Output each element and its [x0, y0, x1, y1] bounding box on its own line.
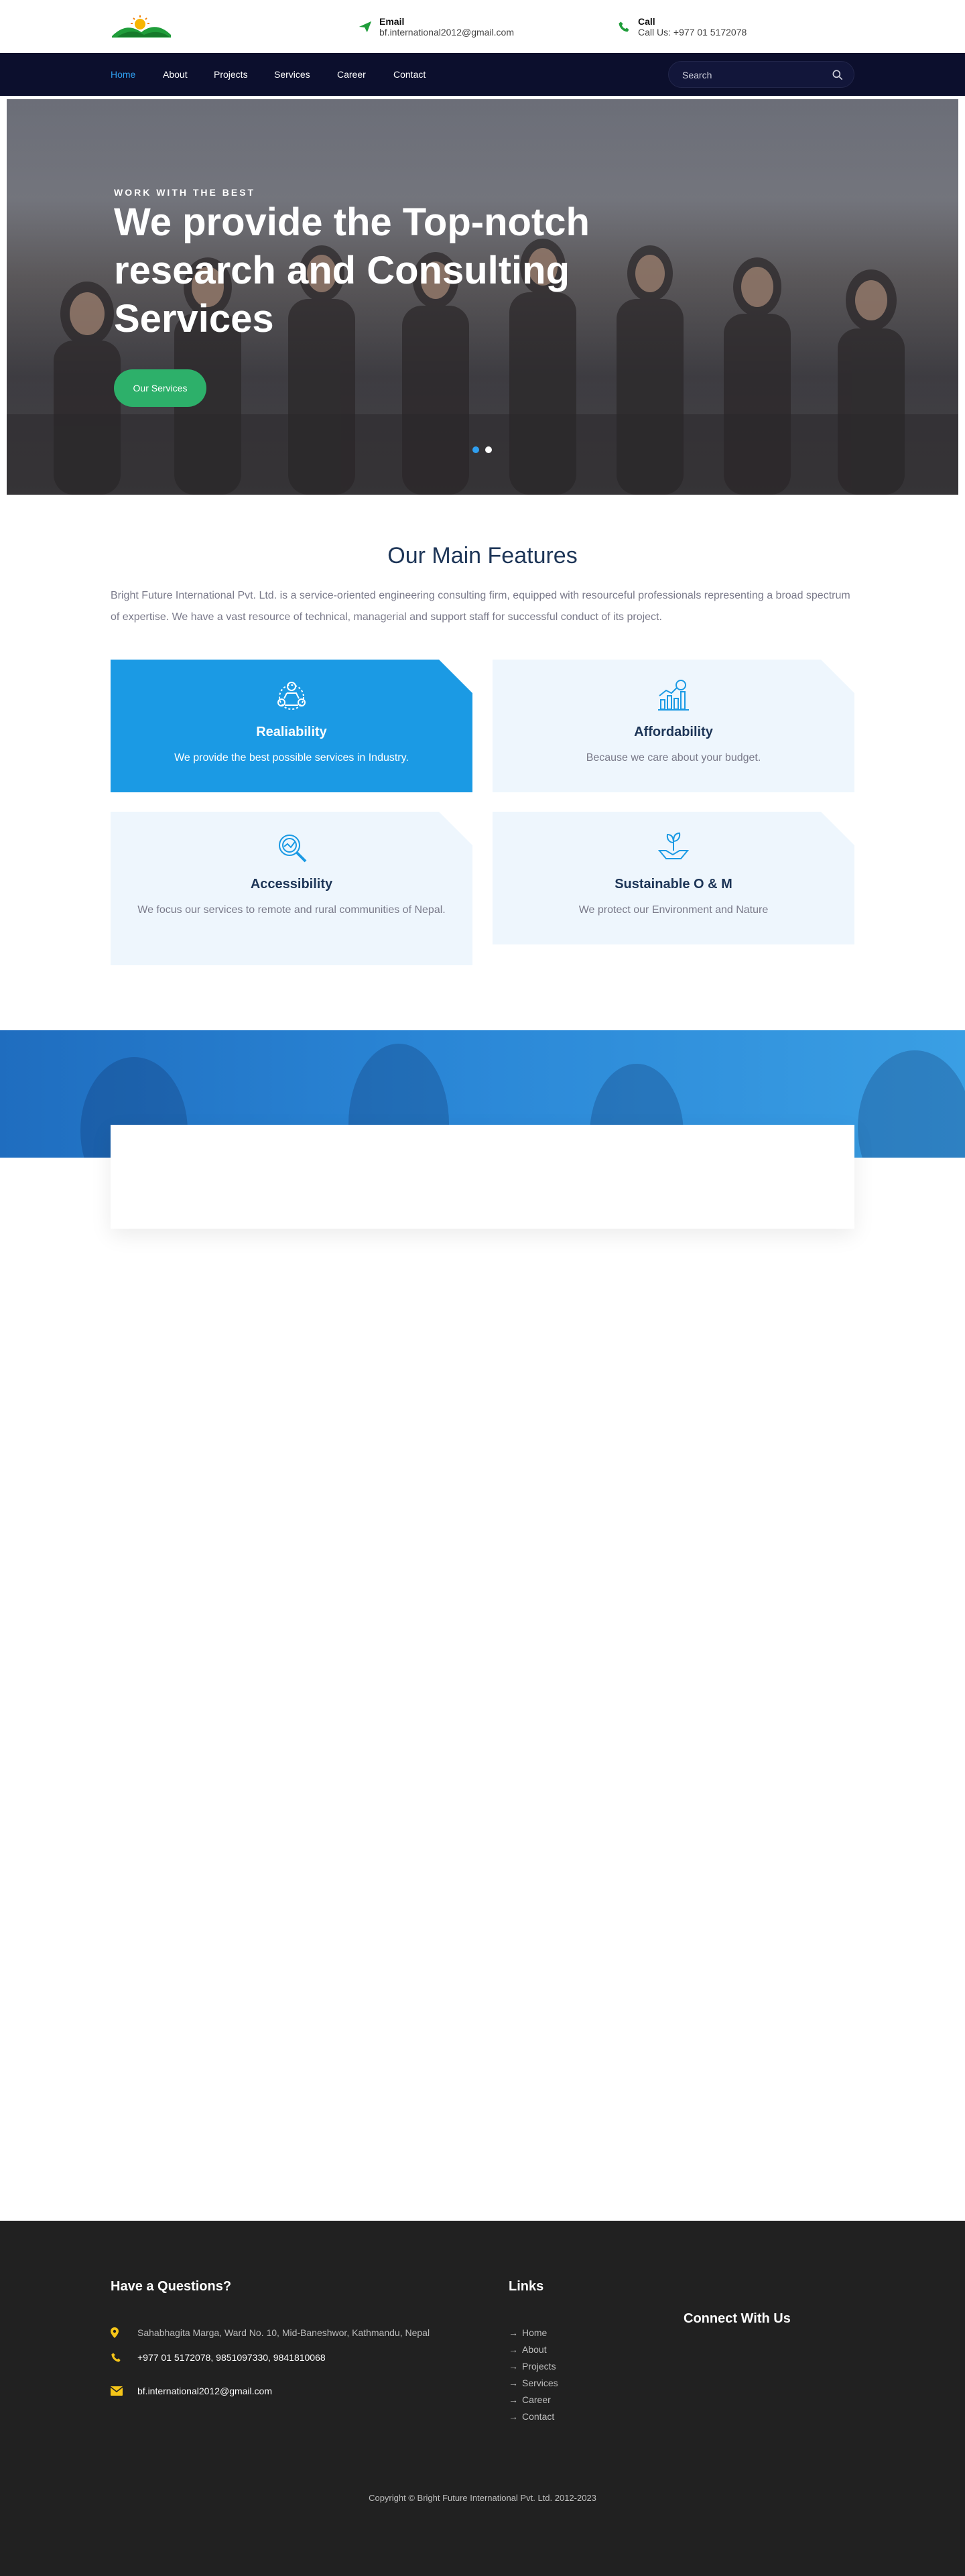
hero-title: We provide the Top-notch research and Co… — [114, 200, 590, 341]
email-label: Email — [379, 15, 405, 27]
card-title: Sustainable O & M — [615, 877, 732, 892]
link-label: Projects — [522, 2361, 556, 2372]
link-label: Home — [522, 2327, 548, 2338]
feature-card-accessibility[interactable]: Accessibility We focus our services to r… — [111, 812, 472, 965]
magnifier-icon — [279, 835, 307, 863]
nav-home[interactable]: Home — [111, 68, 135, 81]
card-title: Affordability — [634, 725, 713, 739]
company-logo[interactable] — [111, 15, 172, 39]
footer-links-title: Links — [509, 2279, 544, 2294]
footer-link-home[interactable]: → Home — [509, 2327, 547, 2339]
card-text: Because we care about your budget. — [586, 752, 761, 763]
arrow-right-icon: → — [509, 2378, 518, 2388]
footer-link-career[interactable]: → Career — [509, 2394, 551, 2406]
nav-services[interactable]: Services — [274, 68, 310, 81]
footer-connect-title: Connect With Us — [684, 2311, 791, 2326]
nav-projects[interactable]: Projects — [214, 68, 248, 81]
nav-about[interactable]: About — [163, 68, 188, 81]
banner-photo-shape — [858, 1050, 965, 1158]
link-label: Contact — [522, 2411, 555, 2422]
card-text: We focus our services to remote and rura… — [137, 904, 446, 916]
address-text: Sahabhagita Marga, Ward No. 10, Mid-Bane… — [137, 2327, 430, 2338]
card-title: Realiability — [256, 725, 327, 739]
email-text[interactable]: bf.international2012@gmail.com — [137, 2385, 272, 2397]
card-corner — [821, 812, 854, 845]
card-corner — [821, 660, 854, 693]
nav-contact[interactable]: Contact — [393, 68, 426, 81]
card-text: We provide the best possible services in… — [174, 752, 409, 763]
slider-dots — [472, 446, 492, 453]
link-label: Career — [522, 2394, 551, 2405]
footer-link-about[interactable]: → About — [509, 2343, 547, 2355]
arrow-right-icon: → — [509, 2411, 518, 2422]
copyright-text: Copyright © Bright Future International … — [369, 2493, 596, 2503]
features-intro: Bright Future International Pvt. Ltd. is… — [111, 590, 850, 623]
phones-text[interactable]: +977 01 5172078, 9851097330, 9841810068 — [137, 2351, 326, 2364]
main-navigation: Home About Projects Services Career Cont… — [0, 53, 965, 96]
feature-card-sustainable[interactable]: Sustainable O & M We protect our Environ… — [493, 812, 854, 944]
footer-address: Sahabhagita Marga, Ward No. 10, Mid-Bane… — [111, 2326, 430, 2339]
paper-plane-icon — [355, 17, 375, 37]
card-corner — [439, 660, 472, 693]
card-corner — [439, 812, 472, 845]
card-text: We protect our Environment and Nature — [578, 904, 769, 916]
search-input[interactable] — [682, 68, 830, 82]
search-box — [668, 61, 854, 88]
plant-hand-icon — [657, 832, 690, 859]
call-contact: Call Call Us: +977 01 5172078 — [614, 15, 747, 39]
footer-link-projects[interactable]: → Projects — [509, 2360, 556, 2372]
phone-icon — [614, 17, 634, 37]
email-contact: Email bf.international2012@gmail.com — [355, 15, 514, 39]
nav-career[interactable]: Career — [337, 68, 366, 81]
arrow-right-icon: → — [509, 2344, 518, 2355]
envelope-icon — [111, 2384, 137, 2398]
search-icon[interactable] — [831, 68, 844, 82]
map-marker-icon — [111, 2326, 137, 2339]
call-label: Call — [638, 15, 655, 27]
call-value[interactable]: Call Us: +977 01 5172078 — [638, 27, 747, 38]
team-network-icon — [277, 682, 306, 710]
slider-dot-2[interactable] — [485, 446, 492, 453]
footer-phones: +977 01 5172078, 9851097330, 9841810068 — [111, 2351, 326, 2364]
phone-icon — [111, 2351, 137, 2364]
link-label: Services — [522, 2378, 558, 2388]
footer-link-services[interactable]: → Services — [509, 2377, 558, 2389]
footer — [0, 2221, 965, 2576]
growth-chart-icon — [658, 680, 689, 711]
hero-slider: WORK WITH THE BEST We provide the Top-no… — [0, 96, 965, 498]
footer-link-contact[interactable]: → Contact — [509, 2410, 554, 2422]
hero-background-photo: WORK WITH THE BEST We provide the Top-no… — [7, 99, 958, 495]
footer-questions-title: Have a Questions? — [111, 2279, 232, 2294]
arrow-right-icon: → — [509, 2394, 518, 2405]
arrow-right-icon: → — [509, 2327, 518, 2338]
slider-dot-1[interactable] — [472, 446, 479, 453]
our-services-button[interactable]: Our Services — [114, 369, 206, 407]
email-value[interactable]: bf.international2012@gmail.com — [379, 27, 514, 38]
feature-card-reliability[interactable]: Realiability We provide the best possibl… — [111, 660, 472, 792]
card-title: Accessibility — [250, 877, 333, 892]
content-box — [111, 1125, 854, 1229]
link-label: About — [522, 2344, 547, 2355]
features-title: Our Main Features — [387, 543, 578, 568]
feature-card-affordability[interactable]: Affordability Because we care about your… — [493, 660, 854, 792]
top-bar: Email bf.international2012@gmail.com Cal… — [0, 0, 965, 53]
footer-email: bf.international2012@gmail.com — [111, 2384, 272, 2398]
arrow-right-icon: → — [509, 2361, 518, 2372]
hero-subtitle: WORK WITH THE BEST — [114, 187, 256, 198]
